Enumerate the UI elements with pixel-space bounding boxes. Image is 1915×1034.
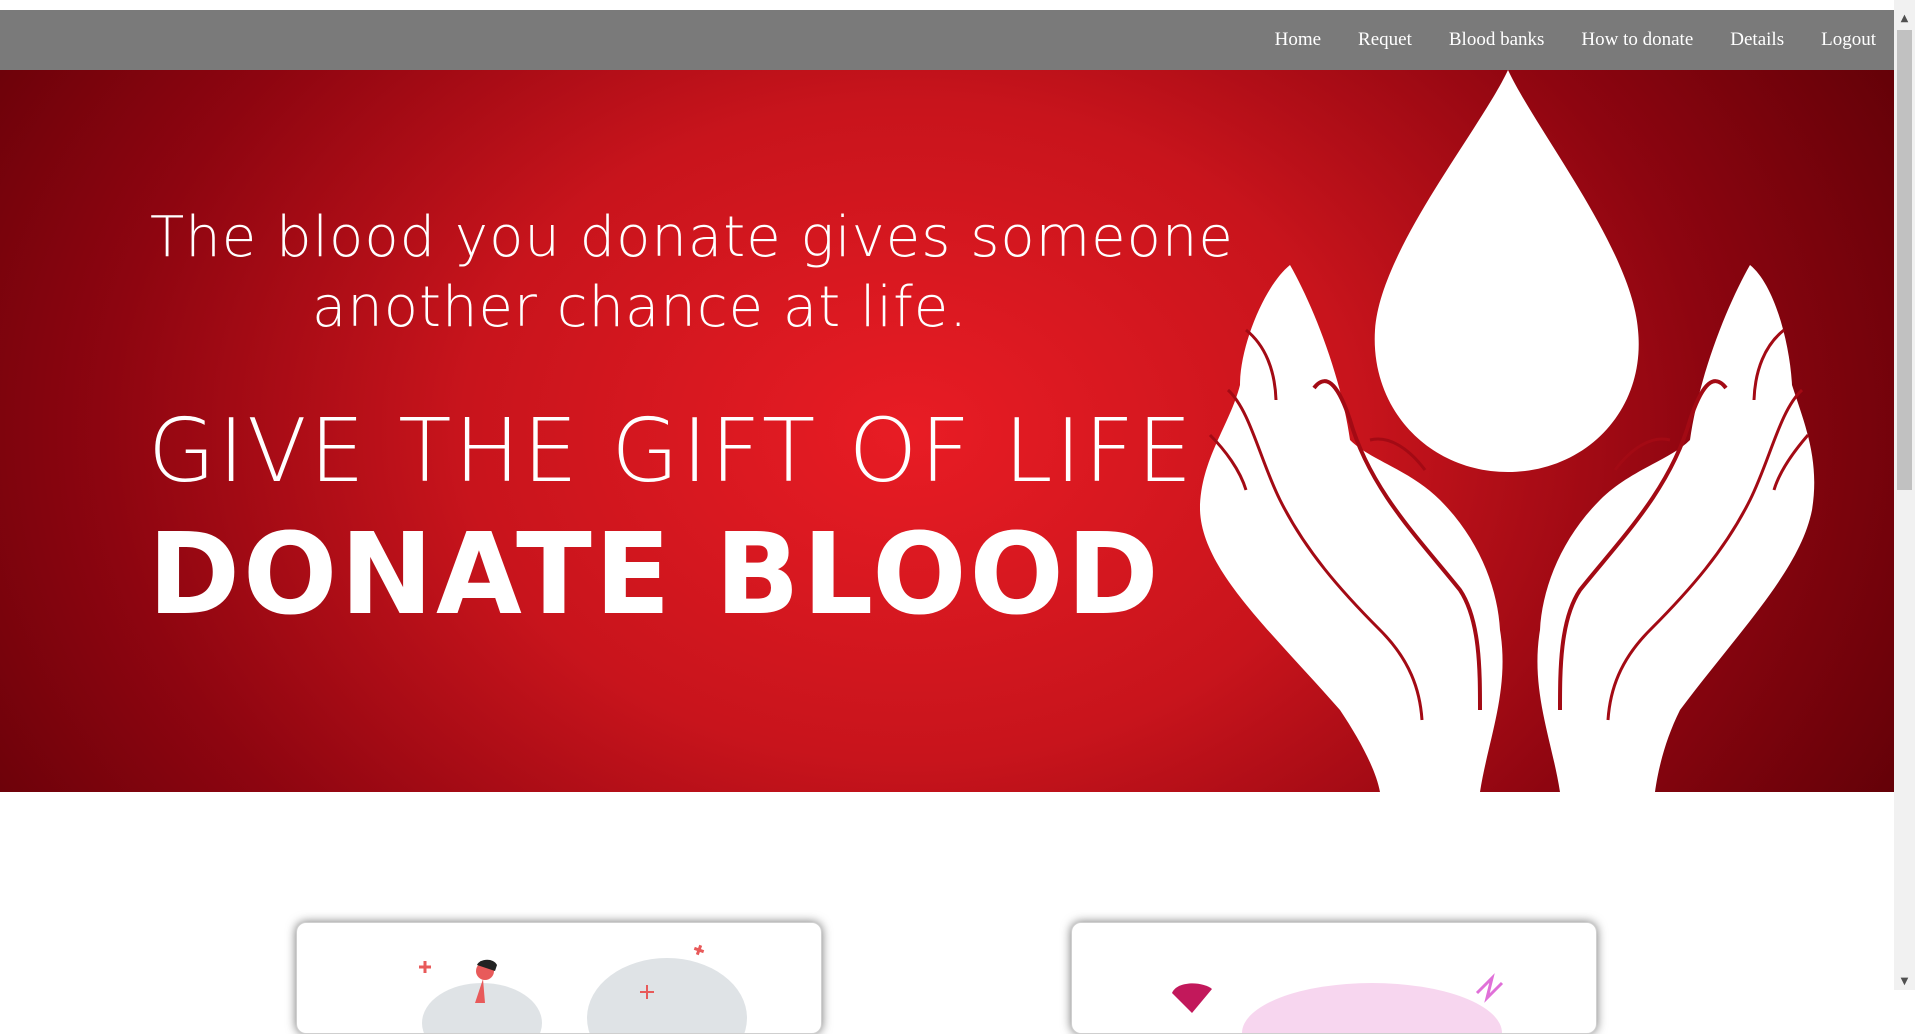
hands-holding-drop-illustration (1200, 70, 1815, 792)
vertical-scrollbar[interactable]: ▲ ▼ (1894, 0, 1915, 990)
hero-banner: The blood you donate gives someone anoth… (0, 70, 1894, 792)
nav-request-link[interactable]: Requet (1358, 29, 1412, 51)
top-strip (0, 0, 1915, 10)
hero-donate-heading: DONATE BLOOD (148, 510, 1162, 640)
hero-give-heading: GIVE THE GIFT OF LIFE (148, 400, 1196, 502)
nav-links: Home Requet Blood banks How to donate De… (1275, 10, 1876, 70)
scroll-thumb[interactable] (1897, 30, 1912, 490)
scroll-down-arrow-icon[interactable]: ▼ (1894, 973, 1915, 990)
scroll-up-arrow-icon[interactable]: ▲ (1894, 10, 1915, 27)
heart-illustration-icon (1172, 973, 1504, 1033)
nav-how-to-donate-link[interactable]: How to donate (1581, 29, 1693, 51)
nav-blood-banks-link[interactable]: Blood banks (1449, 29, 1545, 51)
nav-home-link[interactable]: Home (1275, 29, 1321, 51)
hero-tagline-line1: The blood you donate gives someone (150, 205, 1234, 270)
donation-illustration-card[interactable] (296, 922, 822, 1034)
hero-tagline-line2: another chance at life. (311, 275, 969, 340)
nav-logout-link[interactable]: Logout (1821, 29, 1876, 51)
heart-illustration-card[interactable] (1071, 922, 1597, 1034)
doctor-illustration-icon (419, 944, 747, 1033)
nav-details-link[interactable]: Details (1730, 29, 1784, 51)
blood-drop-icon (1374, 70, 1639, 472)
navbar: Home Requet Blood banks How to donate De… (0, 10, 1894, 70)
